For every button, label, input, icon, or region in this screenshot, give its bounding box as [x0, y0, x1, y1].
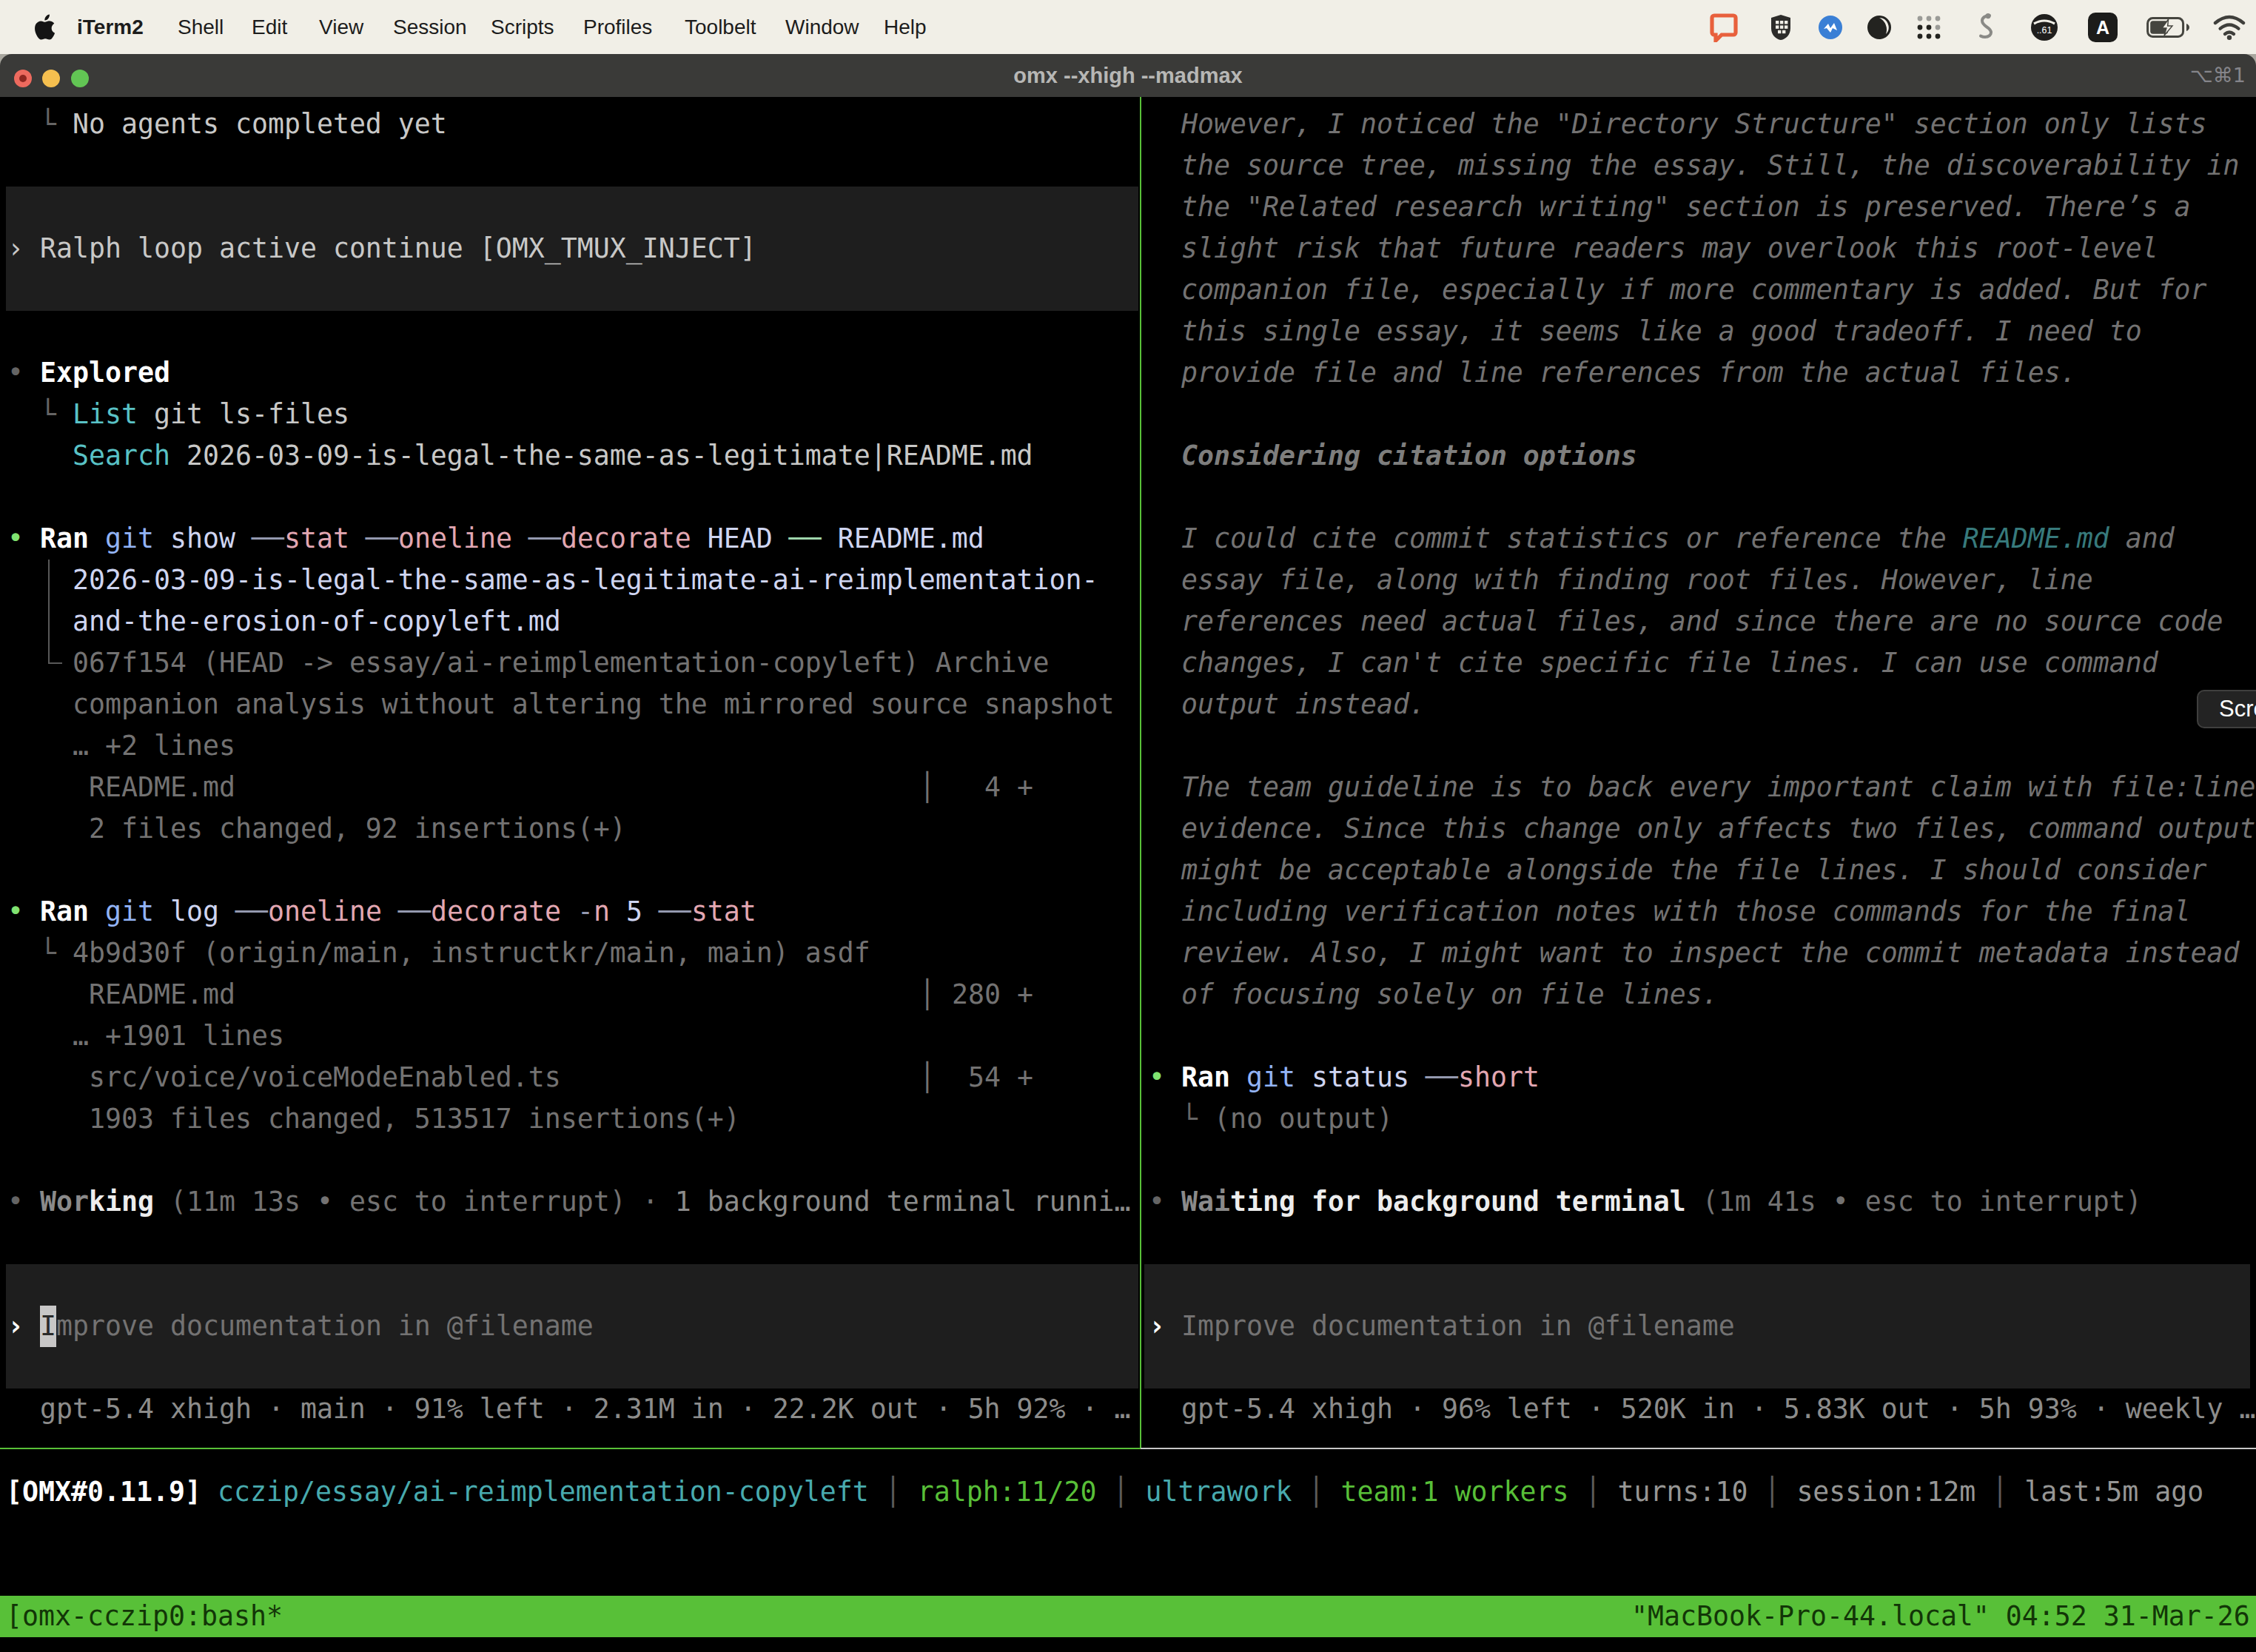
term-line-right-r26: • Waiting for background terminal (1m 41… — [1149, 1181, 2142, 1223]
right-pane-border — [1141, 1448, 2256, 1449]
term-line-left-r21: README.md — [89, 974, 235, 1015]
term-line-left-r3: › Ralph loop active continue [OMX_TMUX_I… — [7, 228, 756, 269]
pane-divider[interactable] — [1140, 97, 1141, 1449]
term-line-bar-r36: "MacBook-Pro-44.local" 04:52 31-Mar-26 — [1631, 1596, 2250, 1637]
term-line-right-r18: might be acceptable alongside the file l… — [1181, 850, 2207, 891]
chat-status-icon[interactable] — [1708, 0, 1739, 54]
term-line-left-r8: Search 2026-03-09-is-legal-the-same-as-l… — [7, 435, 1033, 477]
term-line-left-r16: │ 4 + — [919, 767, 1033, 808]
term-line-right-r1: the source tree, missing the essay. Stil… — [1181, 145, 2240, 187]
menu-shell[interactable]: Shell — [178, 0, 224, 54]
term-line-left-r19: • Ran git log ──oneline ──decorate -n 5 … — [7, 891, 756, 933]
percent-61-label: ..61 — [2037, 25, 2052, 36]
term-line-right-r29: › Improve documentation in @filename — [1149, 1306, 1735, 1347]
term-line-left-r12: and-the-erosion-of-copyleft.md — [7, 601, 561, 642]
term-line-left-r17: 2 files changed, 92 insertions(+) — [7, 808, 626, 850]
shield-status-icon[interactable] — [1767, 0, 1794, 54]
term-line-right-r24: └ (no output) — [1149, 1098, 1393, 1140]
menu-bar: iTerm2 Shell Edit View Session Scripts Profile… — [0, 0, 2256, 54]
menu-iterm2[interactable]: iTerm2 — [77, 0, 144, 54]
term-line-left-r22: … +1901 lines — [7, 1015, 284, 1057]
apple-menu-icon[interactable] — [30, 0, 59, 54]
pie-status-icon[interactable] — [1865, 0, 1893, 54]
term-line-left-r23: src/voice/voiceModeEnabled.ts — [89, 1057, 561, 1098]
term-line-left-r23: │ 54 + — [919, 1057, 1033, 1098]
term-line-bottom-r33: [OMX#0.11.9] cczip/essay/ai-reimplementa… — [6, 1471, 2203, 1513]
term-line-left-r24: 1903 files changed, 513517 insertions(+) — [7, 1098, 740, 1140]
term-line-right-r31: gpt-5.4 xhigh · 96% left · 520K in · 5.8… — [1181, 1389, 2256, 1430]
terminal[interactable]: └ No agents completed yet › Ralph loop ac… — [0, 97, 2256, 1652]
term-line-right-r16: The team guideline is to back every impo… — [1181, 767, 2256, 808]
term-line-right-r21: of focusing solely on file lines. — [1181, 974, 1719, 1015]
menu-profiles[interactable]: Profiles — [583, 0, 652, 54]
term-line-right-r20: review. Also, I might want to inspect th… — [1181, 933, 2240, 974]
term-line-left-r29: › Improve documentation in @filename — [7, 1306, 594, 1347]
left-pane-border — [0, 1448, 1141, 1449]
menu-toolbelt[interactable]: Toolbelt — [685, 0, 756, 54]
term-line-left-r0: └ No agents completed yet — [7, 104, 447, 145]
term-line-left-r31: gpt-5.4 xhigh · main · 91% left · 2.31M … — [7, 1389, 1131, 1430]
term-line-right-r3: slight risk that future readers may over… — [1181, 228, 2158, 269]
term-line-right-r8: Considering citation options — [1181, 435, 1637, 477]
term-line-left-r26: • Working (11m 13s • esc to interrupt) ·… — [7, 1181, 1131, 1223]
screen-share-label: Scre — [2219, 696, 2256, 722]
battery-icon[interactable] — [2145, 0, 2191, 54]
menu-scripts[interactable]: Scripts — [491, 0, 554, 54]
term-line-left-r7: └ List git ls-files — [7, 394, 349, 435]
a-badge-status-icon[interactable]: A — [2086, 0, 2120, 54]
window-title: omx --xhigh --madmax — [0, 54, 2256, 97]
grid-dots-status-icon[interactable] — [1914, 0, 1944, 54]
term-line-left-r10: • Ran git show ──stat ──oneline ──decora… — [7, 518, 984, 560]
term-line-left-r20: └ 4b9d30f (origin/main, instructkr/main,… — [7, 933, 870, 974]
term-line-right-r11: essay file, along with finding root file… — [1181, 560, 2093, 601]
term-line-bar-r36: [omx-cczip0:bash* — [6, 1596, 283, 1637]
term-line-right-r4: companion file, especially if more comme… — [1181, 269, 2207, 311]
menu-session[interactable]: Session — [393, 0, 467, 54]
term-line-right-r2: the "Related research writing" section i… — [1181, 187, 2191, 228]
term-line-left-r16: README.md — [89, 767, 235, 808]
term-line-left-r11: 2026-03-09-is-legal-the-same-as-legitima… — [7, 560, 1098, 601]
menu-window[interactable]: Window — [785, 0, 859, 54]
term-line-right-r17: evidence. Since this change only affects… — [1181, 808, 2256, 850]
term-line-right-r5: this single essay, it seems like a good … — [1181, 311, 2142, 352]
screen-share-pill[interactable]: Scre — [2197, 690, 2256, 728]
term-line-right-r23: • Ran git status ──short — [1149, 1057, 1540, 1098]
term-line-right-r0: However, I noticed the "Directory Struct… — [1181, 104, 2207, 145]
menu-help[interactable]: Help — [884, 0, 927, 54]
percent-61-status-icon[interactable]: ..61 — [2028, 0, 2061, 54]
term-line-left-r15: … +2 lines — [7, 725, 235, 767]
term-line-right-r6: provide file and line references from th… — [1181, 352, 2077, 394]
term-line-right-r19: including verification notes with those … — [1181, 891, 2191, 933]
svg-text:A: A — [2096, 17, 2109, 38]
wifi-icon[interactable] — [2210, 0, 2249, 54]
menu-view[interactable]: View — [319, 0, 363, 54]
term-line-right-r10: I could cite commit statistics or refere… — [1181, 518, 2175, 560]
term-line-right-r12: references need actual files, and since … — [1181, 601, 2223, 642]
squiggle-status-icon[interactable] — [1973, 0, 1998, 54]
term-line-left-r21: │ 280 + — [919, 974, 1033, 1015]
term-line-left-r14: companion analysis without altering the … — [7, 684, 1115, 725]
term-line-left-r13: 067f154 (HEAD -> essay/ai-reimplementati… — [7, 642, 1050, 684]
sync-status-icon[interactable] — [1816, 0, 1844, 54]
menu-edit[interactable]: Edit — [252, 0, 287, 54]
term-line-right-r14: output instead. — [1181, 684, 1426, 725]
window-shortcut-badge: ⌥⌘1 — [2190, 54, 2246, 97]
term-line-right-r13: changes, I can't cite specific file line… — [1181, 642, 2158, 684]
term-line-left-r6: • Explored — [7, 352, 170, 394]
